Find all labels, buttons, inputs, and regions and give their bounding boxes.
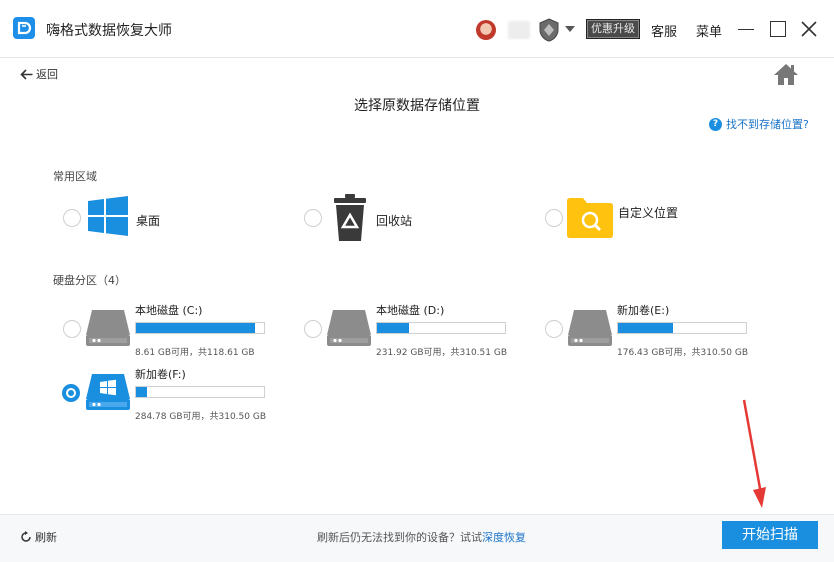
back-button[interactable]: 返回 <box>20 66 58 82</box>
user-name-blurred[interactable] <box>508 21 530 39</box>
drive-c-capacity: 8.61 GB可用，共118.61 GB <box>135 348 255 358</box>
maximize-icon[interactable] <box>770 21 786 37</box>
radio-drive-d[interactable] <box>304 320 322 338</box>
minimize-icon[interactable] <box>738 29 754 30</box>
footer-tip-text: 刷新后仍无法找到你的设备？试试 <box>317 531 482 544</box>
chevron-down-icon[interactable] <box>565 26 575 32</box>
drive-c-usage-bar <box>135 322 265 334</box>
footer-tip: 刷新后仍无法找到你的设备？试试深度恢复 <box>317 529 526 545</box>
recycle-bin-label[interactable]: 回收站 <box>376 212 412 229</box>
menu-link[interactable]: 菜单 <box>696 21 722 40</box>
close-icon[interactable] <box>800 20 818 38</box>
home-icon[interactable] <box>773 62 799 86</box>
drive-e-usage-bar <box>617 322 747 334</box>
help-link[interactable]: ? 找不到存储位置? <box>709 116 809 132</box>
custom-location-label[interactable]: 自定义位置 <box>618 204 678 221</box>
common-section-label: 常用区域 <box>53 170 97 183</box>
drive-f-usage-bar <box>135 386 265 398</box>
radio-desktop[interactable] <box>63 209 81 227</box>
deep-recovery-link[interactable]: 深度恢复 <box>482 531 526 544</box>
back-label: 返回 <box>36 68 58 81</box>
refresh-label: 刷新 <box>35 531 57 544</box>
drive-c-name: 本地磁盘 (C:) <box>135 304 203 317</box>
upgrade-button[interactable]: 优惠升级 <box>586 19 640 39</box>
hard-drive-icon[interactable] <box>85 309 131 347</box>
drive-d-usage-bar <box>376 322 506 334</box>
drive-e-name: 新加卷(E:) <box>617 304 670 317</box>
user-avatar[interactable] <box>476 20 496 40</box>
radio-drive-f[interactable] <box>62 384 80 402</box>
drive-f-name: 新加卷(F:) <box>135 368 186 381</box>
question-icon: ? <box>709 117 722 131</box>
recycle-bin-icon[interactable] <box>331 193 369 243</box>
vip-shield-icon[interactable] <box>538 18 560 42</box>
radio-custom-location[interactable] <box>545 209 563 227</box>
hard-drive-icon[interactable] <box>326 309 372 347</box>
hard-drive-windows-icon[interactable] <box>85 373 131 411</box>
help-text: 找不到存储位置? <box>726 118 809 131</box>
drive-d-name: 本地磁盘 (D:) <box>376 304 445 317</box>
folder-search-icon[interactable] <box>566 197 614 239</box>
desktop-label[interactable]: 桌面 <box>136 212 160 229</box>
drive-d-capacity: 231.92 GB可用，共310.51 GB <box>376 348 508 358</box>
windows-desktop-icon[interactable] <box>88 196 128 236</box>
app-title: 嗨格式数据恢复大师 <box>46 23 172 39</box>
arrow-left-icon <box>20 68 33 80</box>
customer-service-link[interactable]: 客服 <box>651 21 677 40</box>
refresh-button[interactable]: 刷新 <box>20 529 57 545</box>
drive-e-capacity: 176.43 GB可用，共310.50 GB <box>617 348 749 358</box>
radio-recycle-bin[interactable] <box>304 209 322 227</box>
hard-drive-icon[interactable] <box>567 309 613 347</box>
annotation-arrow-icon <box>742 399 766 508</box>
start-scan-button[interactable]: 开始扫描 <box>722 521 818 549</box>
refresh-icon <box>21 531 31 542</box>
app-logo-icon <box>13 17 35 39</box>
radio-drive-e[interactable] <box>545 320 563 338</box>
disk-section-label: 硬盘分区（4） <box>53 274 126 287</box>
page-title: 选择原数据存储位置 <box>354 98 480 114</box>
radio-drive-c[interactable] <box>63 320 81 338</box>
drive-f-capacity: 284.78 GB可用，共310.50 GB <box>135 412 267 422</box>
